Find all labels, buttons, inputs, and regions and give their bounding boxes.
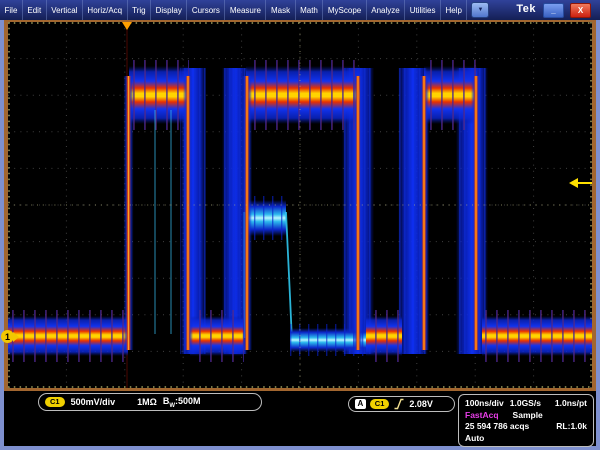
resolution-label: 1.0ns/pt — [555, 398, 587, 408]
menu-item-horiz-acq[interactable]: Horiz/Acq — [83, 0, 128, 20]
menu-item-trig[interactable]: Trig — [128, 0, 151, 20]
sample-rate-label: 1.0GS/s — [510, 398, 541, 408]
close-icon: X — [578, 6, 583, 15]
menu-item-utilities[interactable]: Utilities — [405, 0, 441, 20]
minimize-icon: _ — [551, 9, 555, 13]
display-bezel-top — [4, 20, 592, 22]
trigger-level-marker[interactable] — [569, 178, 578, 188]
channel1-readout[interactable]: C1 500mV/div 1MΩ BW:500M — [38, 393, 262, 411]
window-frame-right — [596, 20, 600, 450]
menu-item-analyze[interactable]: Analyze — [367, 0, 405, 20]
impedance-label: 1MΩ — [137, 397, 157, 407]
minimize-button[interactable]: _ — [543, 3, 564, 18]
menu-item-vertical[interactable]: Vertical — [47, 0, 83, 20]
trigger-readout[interactable]: A C1 2.08V — [348, 396, 455, 412]
channel1-badge: C1 — [45, 397, 65, 407]
trigger-position-marker[interactable] — [122, 22, 132, 30]
bandwidth-label: BW:500M — [163, 396, 201, 409]
horizontal-readout[interactable]: 100ns/div 1.0GS/s 1.0ns/pt FastAcq Sampl… — [458, 394, 594, 447]
menu-item-display[interactable]: Display — [151, 0, 187, 20]
menu-item-help[interactable]: Help — [441, 0, 467, 20]
vertical-scale-label: 500mV/div — [71, 397, 116, 407]
menu-item-edit[interactable]: Edit — [23, 0, 47, 20]
menu-overflow-button[interactable]: ▼ — [471, 2, 489, 18]
waveform-display — [8, 22, 592, 388]
display-bezel-bottom — [4, 388, 592, 391]
tek-logo: Tek — [516, 3, 536, 15]
menu-bar: FileEditVerticalHoriz/AcqTrigDisplayCurs… — [0, 0, 600, 20]
menu-item-mask[interactable]: Mask — [266, 0, 295, 20]
window-frame-left — [0, 20, 4, 450]
menu-items: FileEditVerticalHoriz/AcqTrigDisplayCurs… — [0, 0, 467, 20]
trigger-source-badge: C1 — [370, 399, 390, 409]
close-button[interactable]: X — [570, 3, 591, 18]
acq-mode-label: Sample — [513, 410, 543, 420]
trigger-mode-label: Auto — [465, 433, 484, 443]
timebase-label: 100ns/div — [465, 398, 504, 408]
channel1-marker-arrow-icon — [13, 332, 19, 342]
menu-item-myscope[interactable]: MyScope — [323, 0, 366, 20]
waveform-svg — [8, 22, 592, 388]
oscilloscope-app: FileEditVerticalHoriz/AcqTrigDisplayCurs… — [0, 0, 600, 450]
menu-item-measure[interactable]: Measure — [225, 0, 266, 20]
channel1-position-marker[interactable]: 1 — [1, 330, 19, 343]
fastacq-status: FastAcq — [465, 410, 499, 420]
trigger-level-label: 2.08V — [409, 399, 433, 409]
menu-item-file[interactable]: File — [0, 0, 23, 20]
record-length-label: RL:1.0k — [556, 421, 587, 431]
menu-item-cursors[interactable]: Cursors — [187, 0, 225, 20]
menu-item-math[interactable]: Math — [296, 0, 324, 20]
acq-count-label: 25 594 786 acqs — [465, 421, 529, 431]
rising-edge-icon — [393, 398, 405, 410]
trigger-a-badge: A — [355, 399, 366, 409]
chevron-down-icon: ▼ — [477, 7, 483, 13]
